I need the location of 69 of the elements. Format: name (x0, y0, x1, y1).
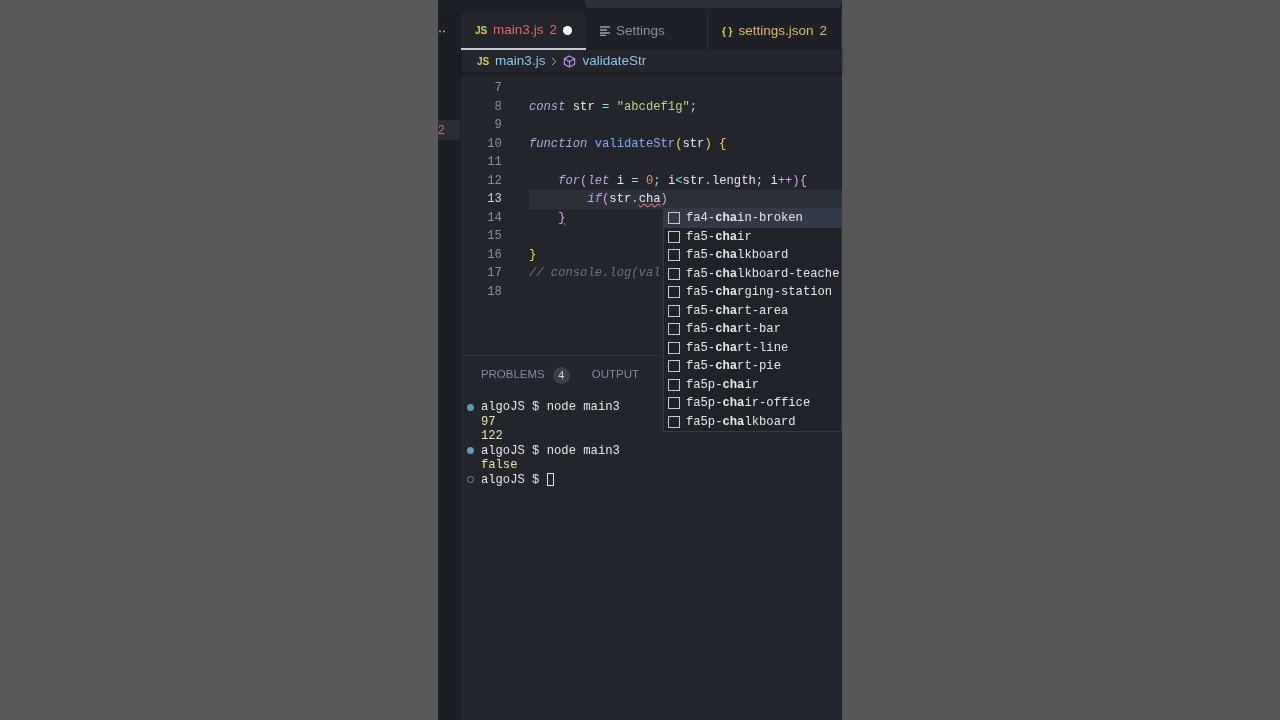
lines-icon (599, 26, 610, 36)
count-badge: 4 (552, 366, 570, 384)
terminal-output: 97 (480, 414, 496, 429)
line-number: 12 (486, 172, 502, 190)
chevron-right-icon (551, 56, 558, 66)
terminal-command: algoJS $ node main3 (480, 400, 620, 415)
code-line: } (557, 209, 566, 227)
square-icon (667, 267, 680, 280)
terminal-command: algoJS $ (480, 472, 541, 487)
square-icon (667, 286, 680, 299)
code-line: function validateStr(str) { (528, 135, 727, 153)
line-number: 7 (493, 80, 502, 98)
code-line: for(let i = 0; i<str.length; i++){ (557, 172, 807, 190)
tab-label: Settings (615, 21, 665, 40)
suggestion-item[interactable]: fa4-chain-broken (663, 209, 841, 228)
square-icon (667, 230, 680, 243)
square-icon (667, 397, 680, 410)
cube-icon (563, 54, 577, 68)
line-number: 10 (486, 135, 502, 153)
tab-label: settings.json (738, 21, 814, 40)
code-line: } (528, 246, 537, 264)
file-type-icon: JS (474, 22, 488, 38)
suggestion-item[interactable]: fa5p-chalkboard (663, 412, 841, 431)
suggestion-item[interactable]: fa5p-chair (663, 375, 841, 394)
line-number: 17 (486, 265, 502, 283)
square-icon (667, 341, 680, 354)
editor-tab[interactable]: Settings (585, 12, 708, 50)
line-number: 8 (493, 98, 502, 116)
panel-tab[interactable]: OUTPUT (591, 366, 640, 384)
line-number: 16 (486, 246, 502, 264)
square-icon (667, 323, 680, 336)
breadcrumb-symbol[interactable]: validateStr (582, 50, 647, 72)
editor-tab[interactable]: JS main3.js 2 (460, 12, 586, 50)
more-icon[interactable] (439, 30, 445, 33)
suggestion-item[interactable]: fa5-chart-bar (663, 320, 841, 339)
code-line: const str = "abcdef1g"; (528, 98, 698, 116)
square-icon (667, 212, 680, 225)
line-number: 13 (486, 191, 502, 209)
square-icon (667, 415, 680, 428)
suggestion-item[interactable]: fa5-chair (663, 227, 841, 246)
suggestion-item[interactable]: fa5-charging-station (663, 283, 841, 302)
line-number: 14 (486, 209, 502, 227)
problem-count: 2 (819, 21, 827, 40)
file-type-icon: { } (721, 23, 733, 39)
error-count: 2 (438, 122, 445, 139)
line-number: 9 (493, 117, 502, 135)
suggestion-item[interactable]: fa5-chart-pie (663, 357, 841, 376)
square-icon (667, 360, 680, 373)
square-icon (667, 304, 680, 317)
line-number: 11 (486, 154, 502, 172)
file-type-icon: JS (476, 53, 490, 69)
suggestion-item[interactable]: fa5-chalkboard (663, 246, 841, 265)
suggestion-item[interactable]: fa5-chart-line (663, 338, 841, 357)
suggestion-item[interactable]: fa5p-chair-office (663, 394, 841, 413)
square-icon (667, 249, 680, 262)
terminal-command: algoJS $ node main3 (480, 443, 620, 458)
square-icon (667, 378, 680, 391)
terminal-output: false (480, 458, 518, 473)
line-number: 15 (486, 228, 502, 246)
code-line: // console.log(val (528, 265, 661, 283)
breadcrumb-file[interactable]: main3.js (495, 50, 546, 72)
problem-count: 2 (549, 20, 557, 39)
terminal-output: 122 (480, 429, 503, 444)
line-number: 18 (486, 283, 502, 301)
tab-label: main3.js (493, 20, 544, 39)
panel-tab[interactable]: PROBLEMS 4 (480, 366, 570, 384)
suggestion-item[interactable]: fa5-chart-area (663, 301, 841, 320)
code-line: if(str.cha) (586, 191, 668, 209)
suggestion-item[interactable]: fa5-chalkboard-teache (663, 264, 841, 283)
